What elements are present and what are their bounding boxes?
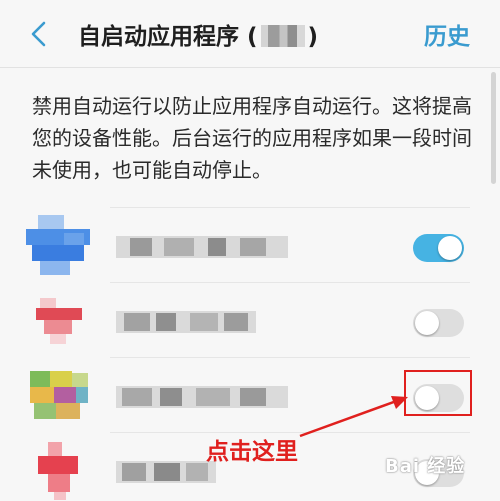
toggle-knob	[438, 236, 462, 260]
divider	[110, 282, 470, 283]
page-title-text: 自启动应用程序 (	[78, 24, 258, 50]
app-icon	[26, 215, 90, 275]
app-icon	[26, 290, 90, 350]
app-row	[0, 282, 500, 357]
back-arrow-icon[interactable]	[24, 17, 54, 51]
autostart-toggle[interactable]	[413, 309, 464, 337]
watermark: Bai 经验	[385, 456, 466, 477]
autostart-toggle[interactable]	[413, 234, 464, 262]
divider	[110, 357, 470, 358]
page-title-close: )	[307, 24, 319, 50]
highlight-box	[404, 370, 472, 416]
app-bar: 自启动应用程序 () 历史	[0, 0, 500, 68]
blurred-app-name	[116, 236, 288, 258]
toggle-knob	[415, 311, 439, 335]
app-icon	[26, 365, 90, 425]
blurred-app-name	[116, 386, 288, 408]
description-text: 禁用自动运行以防止应用程序自动运行。这将提高您的设备性能。后台运行的应用程序如果…	[32, 94, 472, 182]
history-button[interactable]: 历史	[424, 17, 470, 51]
app-row	[0, 207, 500, 282]
annotation-label: 点击这里	[206, 439, 298, 465]
app-icon	[26, 440, 90, 500]
blurred-app-name	[116, 311, 256, 333]
divider	[110, 207, 470, 208]
blurred-title-count	[260, 25, 305, 47]
page-title: 自启动应用程序 ()	[78, 17, 318, 51]
scrollbar[interactable]	[491, 72, 496, 184]
